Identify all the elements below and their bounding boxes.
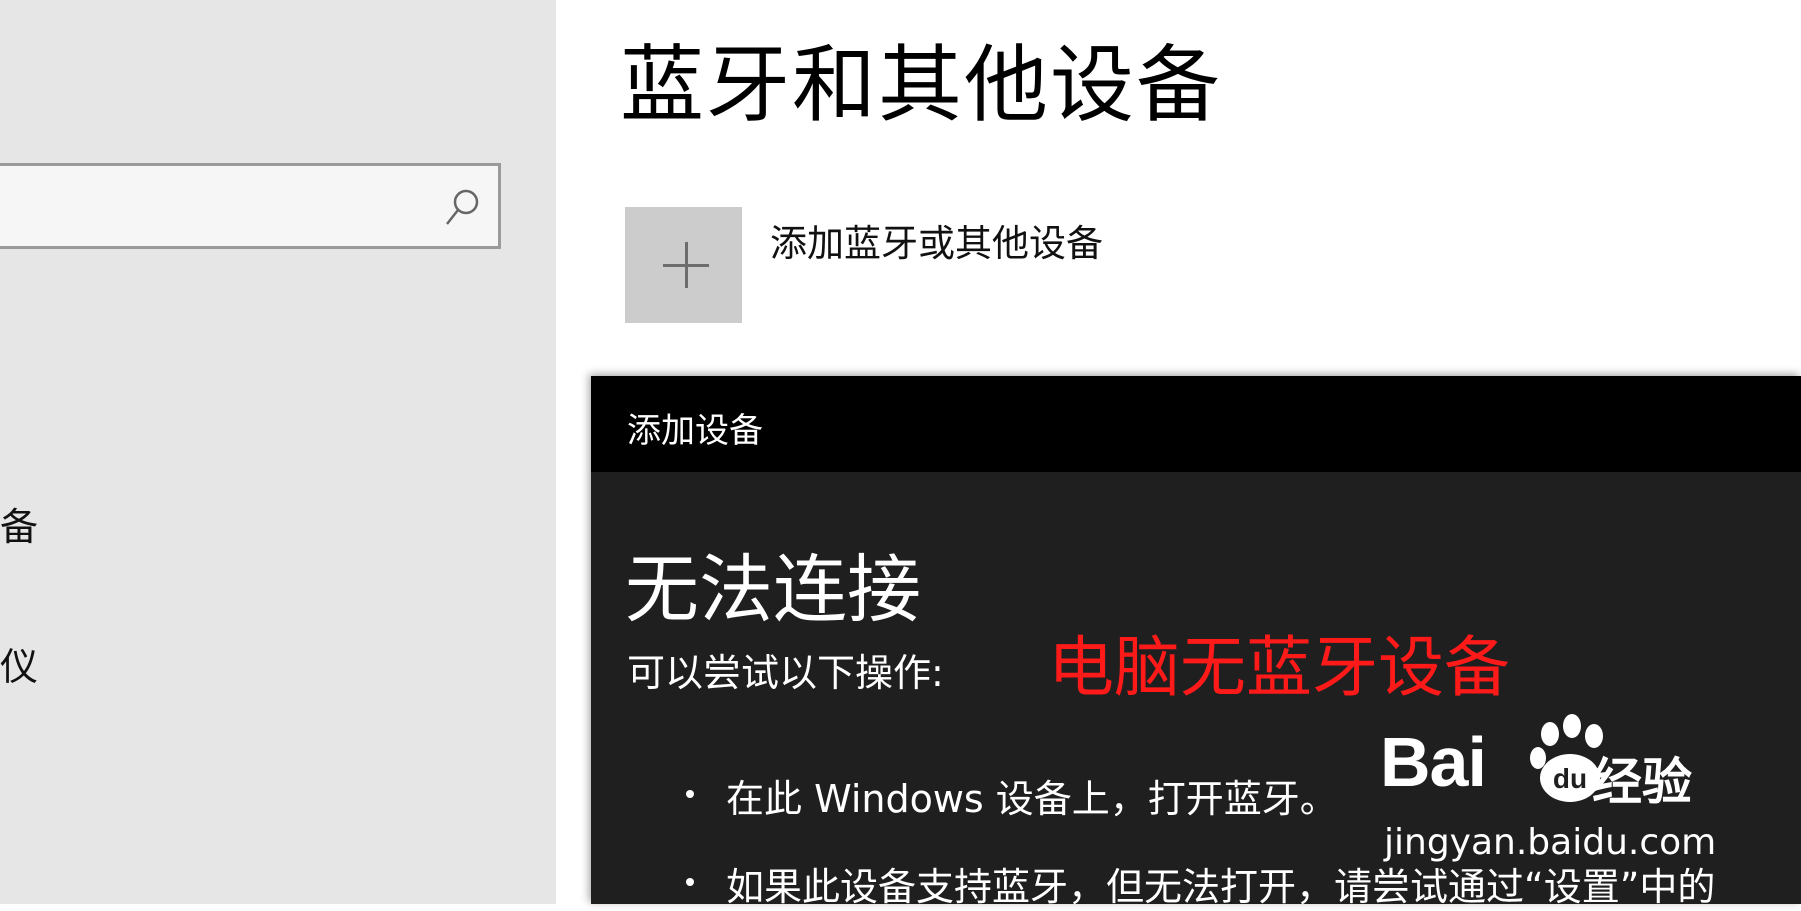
bullet-text: 在此 Windows 设备上，打开蓝牙。 xyxy=(726,777,1338,821)
search-icon[interactable] xyxy=(442,186,482,230)
search-input[interactable] xyxy=(0,163,501,249)
dialog-titlebar: 添加设备 xyxy=(591,376,1801,472)
bullet-icon xyxy=(686,790,694,798)
bullet-icon xyxy=(686,878,694,886)
paw-text: du xyxy=(1553,763,1587,794)
settings-sidebar: 备 仪 xyxy=(0,0,556,904)
add-device-label[interactable]: 添加蓝牙或其他设备 xyxy=(770,213,1103,267)
add-device-button[interactable] xyxy=(625,207,742,323)
watermark-suffix: 经验 xyxy=(1592,753,1692,811)
dialog-subheading: 可以尝试以下操作: xyxy=(627,651,944,695)
dialog-heading: 无法连接 xyxy=(625,547,921,633)
sidebar-item-meter[interactable]: 仪 xyxy=(0,636,38,691)
sidebar-item-devices[interactable]: 备 xyxy=(0,496,38,551)
watermark-url: jingyan.baidu.com xyxy=(1384,822,1717,863)
dialog-title: 添加设备 xyxy=(627,411,763,451)
baidu-jingyan-watermark: Bai du 经验 jingyan.baidu.com xyxy=(1380,712,1716,863)
red-annotation: 电脑无蓝牙设备 xyxy=(1048,629,1510,706)
page-title: 蓝牙和其他设备 xyxy=(620,36,1223,134)
list-item: 如果此设备支持蓝牙，但无法打开，请尝试通过“设置”中的 xyxy=(686,856,1716,911)
watermark-brand: Bai xyxy=(1380,723,1487,801)
bullet-text: 如果此设备支持蓝牙，但无法打开，请尝试通过“设置”中的 xyxy=(726,865,1716,909)
list-item: 在此 Windows 设备上，打开蓝牙。 xyxy=(686,768,1338,823)
